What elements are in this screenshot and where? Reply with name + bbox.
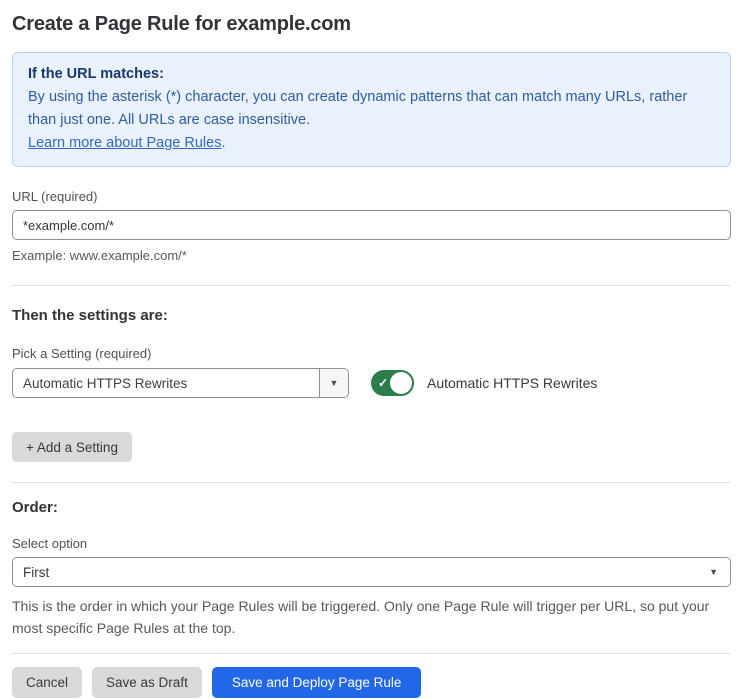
setting-row: Automatic HTTPS Rewrites ▼ ✓ Automatic H… xyxy=(12,368,731,398)
setting-toggle-label: Automatic HTTPS Rewrites xyxy=(427,375,598,391)
link-period: . xyxy=(221,135,226,151)
url-example-helper: Example: www.example.com/* xyxy=(12,248,187,263)
toggle-knob xyxy=(390,372,412,394)
setting-picker-value: Automatic HTTPS Rewrites xyxy=(23,375,188,391)
divider xyxy=(12,653,731,654)
setting-toggle[interactable]: ✓ xyxy=(371,370,414,396)
divider xyxy=(12,285,731,286)
url-field-label: URL (required) xyxy=(12,189,98,204)
url-input[interactable] xyxy=(12,210,731,240)
order-select-value: First xyxy=(23,564,50,580)
order-select[interactable]: First ▼ xyxy=(12,557,731,587)
info-box-body: By using the asterisk (*) character, you… xyxy=(28,89,688,128)
add-setting-button[interactable]: + Add a Setting xyxy=(12,432,132,462)
divider xyxy=(12,482,731,483)
chevron-down-icon: ▼ xyxy=(329,378,339,388)
info-box-link-line: Learn more about Page Rules. xyxy=(28,132,715,155)
setting-picker-dropdown[interactable]: Automatic HTTPS Rewrites ▼ xyxy=(12,368,349,398)
save-and-deploy-button[interactable]: Save and Deploy Page Rule xyxy=(211,667,422,698)
page-title: Create a Page Rule for example.com xyxy=(12,13,351,35)
order-section-heading: Order: xyxy=(12,499,58,516)
chevron-down-icon: ▼ xyxy=(709,567,718,577)
footer-actions: Cancel Save as Draft Save and Deploy Pag… xyxy=(12,667,731,698)
learn-more-link[interactable]: Learn more about Page Rules xyxy=(28,135,221,151)
save-as-draft-button[interactable]: Save as Draft xyxy=(92,667,202,698)
page-rule-form: Create a Page Rule for example.com If th… xyxy=(0,13,743,698)
order-helper-text: This is the order in which your Page Rul… xyxy=(12,598,710,636)
pick-setting-label: Pick a Setting (required) xyxy=(12,346,152,361)
settings-section-heading: Then the settings are: xyxy=(12,307,168,324)
check-icon: ✓ xyxy=(378,376,389,390)
cancel-button[interactable]: Cancel xyxy=(12,667,83,698)
order-select-label: Select option xyxy=(12,536,88,551)
info-box-heading: If the URL matches: xyxy=(28,66,164,82)
url-matches-info-box: If the URL matches: By using the asteris… xyxy=(12,52,731,167)
setting-picker-arrow-button[interactable]: ▼ xyxy=(319,369,348,397)
